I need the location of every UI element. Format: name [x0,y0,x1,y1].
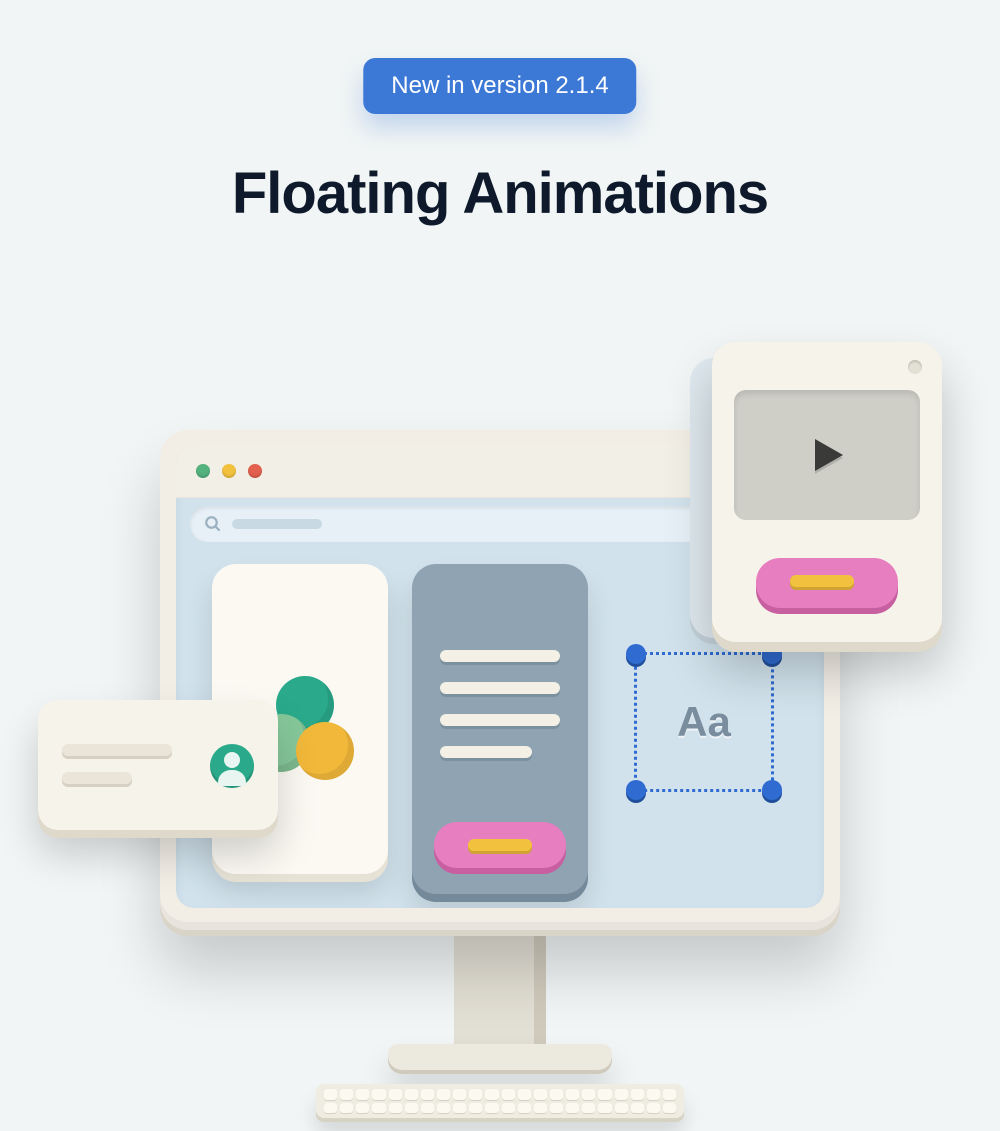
keyboard [316,1084,684,1118]
list-line [440,650,560,662]
camera-dot-icon [908,360,922,374]
typography-selection[interactable]: Aa [624,642,784,802]
page-title: Floating Animations [0,160,1000,227]
video-thumbnail[interactable] [734,390,920,520]
list-card[interactable] [412,564,588,894]
user-card[interactable] [38,700,278,830]
play-button[interactable] [756,558,898,608]
list-line [440,714,560,726]
search-icon [204,515,222,533]
address-placeholder [232,519,322,529]
text-line [62,772,132,784]
window-controls [196,464,262,478]
list-line [440,682,560,694]
traffic-light-yellow[interactable] [222,464,236,478]
color-swatch-gold [296,722,354,780]
page: New in version 2.1.4 Floating Animations [0,0,1000,1131]
monitor-stand [454,930,546,1050]
play-icon [803,431,851,479]
action-button[interactable] [434,822,566,868]
traffic-light-red[interactable] [248,464,262,478]
video-card[interactable] [712,342,942,642]
avatar-icon [210,744,254,788]
hero-illustration: Aa [0,300,1000,1130]
list-line [440,746,532,758]
monitor-base [388,1044,612,1070]
traffic-light-green[interactable] [196,464,210,478]
type-sample: Aa [624,642,784,802]
text-line [62,744,172,756]
version-badge: New in version 2.1.4 [363,58,636,114]
